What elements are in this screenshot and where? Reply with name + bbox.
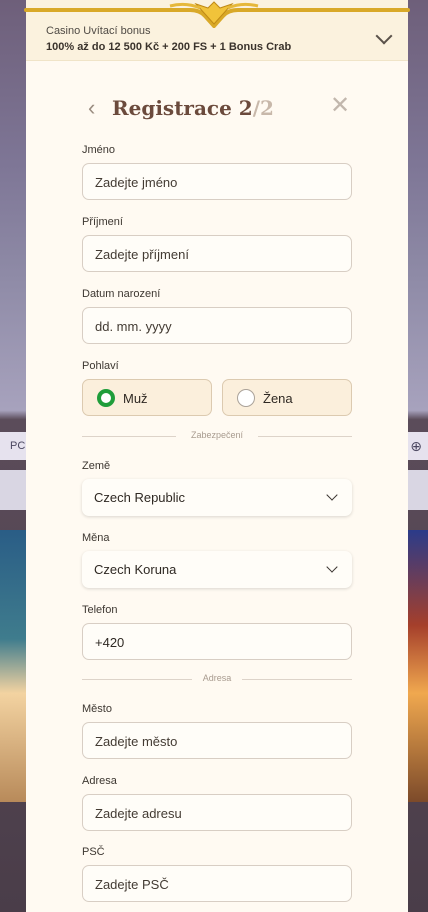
gender-male-label: Muž — [123, 391, 148, 406]
gender-option-male[interactable]: Muž — [82, 379, 212, 416]
last-name-input[interactable]: Zadejte příjmení — [82, 235, 352, 272]
radio-unselected-icon[interactable] — [237, 389, 255, 407]
birth-date-label: Datum narození — [82, 288, 161, 300]
background-game-tile-left — [0, 530, 28, 802]
birth-date-input[interactable]: dd. mm. yyyy — [82, 307, 352, 344]
chevron-down-icon — [326, 489, 338, 501]
phone-label: Telefon — [82, 604, 118, 616]
registration-sheet: Casino Uvítací bonus 100% až do 12 500 K… — [26, 0, 408, 912]
currency-label: Měna — [82, 532, 110, 544]
registration-header: ‹ Registrace 2/2 ✕ — [26, 88, 408, 128]
currency-value: Czech Koruna — [94, 562, 177, 577]
divider-line-right — [258, 436, 352, 437]
radio-selected-icon[interactable] — [97, 389, 115, 407]
last-name-label: Příjmení — [82, 216, 123, 228]
gender-label: Pohlaví — [82, 360, 119, 372]
security-divider: Zabezpečení — [82, 430, 352, 442]
bonus-offer: 100% až do 12 500 Kč + 200 FS + 1 Bonus … — [46, 41, 292, 53]
country-value: Czech Republic — [94, 490, 186, 505]
phone-input[interactable]: +420 — [82, 623, 352, 660]
gamepad-icon: ⊕ — [410, 438, 422, 454]
chevron-down-icon — [326, 561, 338, 573]
back-arrow-icon[interactable]: ‹ — [88, 97, 102, 119]
close-icon[interactable]: ✕ — [328, 94, 352, 118]
currency-select[interactable]: Czech Koruna — [82, 551, 352, 588]
first-name-label: Jméno — [82, 144, 116, 156]
address-divider-label: Adresa — [202, 673, 232, 683]
address-input[interactable]: Zadejte adresu — [82, 794, 352, 831]
background-game-tile-right — [408, 530, 428, 802]
background-nav-text: PC — [10, 440, 26, 452]
country-label: Země — [82, 460, 111, 472]
page-title: Registrace 2/2 — [112, 96, 274, 120]
city-label: Město — [82, 703, 112, 715]
page-title-text: Registrace 2 — [112, 96, 253, 120]
chevron-down-icon[interactable] — [375, 27, 393, 45]
first-name-input[interactable]: Zadejte jméno — [82, 163, 352, 200]
address-label: Adresa — [82, 775, 117, 787]
address-divider: Adresa — [82, 673, 352, 685]
city-input[interactable]: Zadejte město — [82, 722, 352, 759]
gender-female-label: Žena — [263, 391, 293, 406]
zip-input[interactable]: Zadejte PSČ — [82, 865, 352, 902]
gender-option-female[interactable]: Žena — [222, 379, 352, 416]
step-total: /2 — [252, 96, 274, 120]
security-divider-label: Zabezpečení — [190, 430, 244, 440]
divider-line-right — [242, 679, 352, 680]
country-select[interactable]: Czech Republic — [82, 479, 352, 516]
zip-label: PSČ — [82, 846, 105, 858]
crown-ornament-icon — [24, 1, 410, 28]
